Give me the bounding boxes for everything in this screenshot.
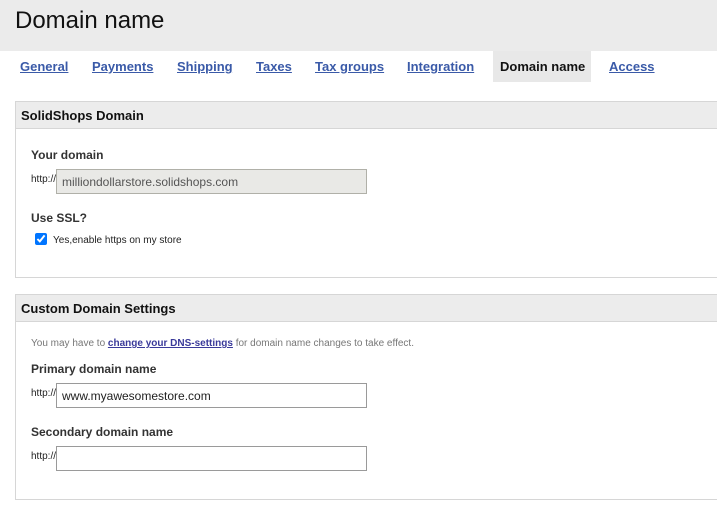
- tab-integration[interactable]: Integration: [400, 51, 481, 82]
- secondary-domain-label: Secondary domain name: [31, 425, 174, 439]
- tab-domain-name[interactable]: Domain name: [493, 51, 591, 82]
- panel-title: SolidShops Domain: [16, 102, 717, 129]
- ssl-checkbox[interactable]: [35, 233, 47, 245]
- page-title: Domain name: [15, 7, 165, 34]
- ssl-checkbox-label: Yes,enable https on my store: [53, 235, 182, 246]
- tab-tax-groups[interactable]: Tax groups: [308, 51, 391, 82]
- dns-hint: You may have to change your DNS-settings…: [31, 338, 414, 349]
- hint-text: You may have to: [31, 338, 108, 349]
- panel-title: Custom Domain Settings: [16, 295, 717, 322]
- primary-domain-input[interactable]: [56, 383, 367, 408]
- solidshops-domain-panel: SolidShops Domain Your domain http:// Us…: [15, 101, 717, 278]
- use-ssl-label: Use SSL?: [31, 211, 88, 225]
- http-prefix: http://: [31, 388, 57, 399]
- change-dns-settings-link[interactable]: change your DNS-settings: [108, 338, 233, 349]
- your-domain-label: Your domain: [31, 148, 104, 162]
- settings-tabs: General Payments Shipping Taxes Tax grou…: [0, 51, 717, 82]
- tab-taxes[interactable]: Taxes: [249, 51, 299, 82]
- custom-domain-panel: Custom Domain Settings You may have to c…: [15, 294, 717, 500]
- tab-shipping[interactable]: Shipping: [170, 51, 240, 82]
- your-domain-field[interactable]: [56, 169, 367, 194]
- http-prefix: http://: [31, 174, 57, 185]
- tab-general[interactable]: General: [13, 51, 75, 82]
- page-header: Domain name: [0, 0, 717, 51]
- hint-text: for domain name changes to take effect.: [232, 338, 414, 349]
- tab-access[interactable]: Access: [602, 51, 662, 82]
- secondary-domain-input[interactable]: [56, 446, 367, 471]
- tab-payments[interactable]: Payments: [85, 51, 160, 82]
- http-prefix: http://: [31, 451, 57, 462]
- primary-domain-label: Primary domain name: [31, 362, 157, 376]
